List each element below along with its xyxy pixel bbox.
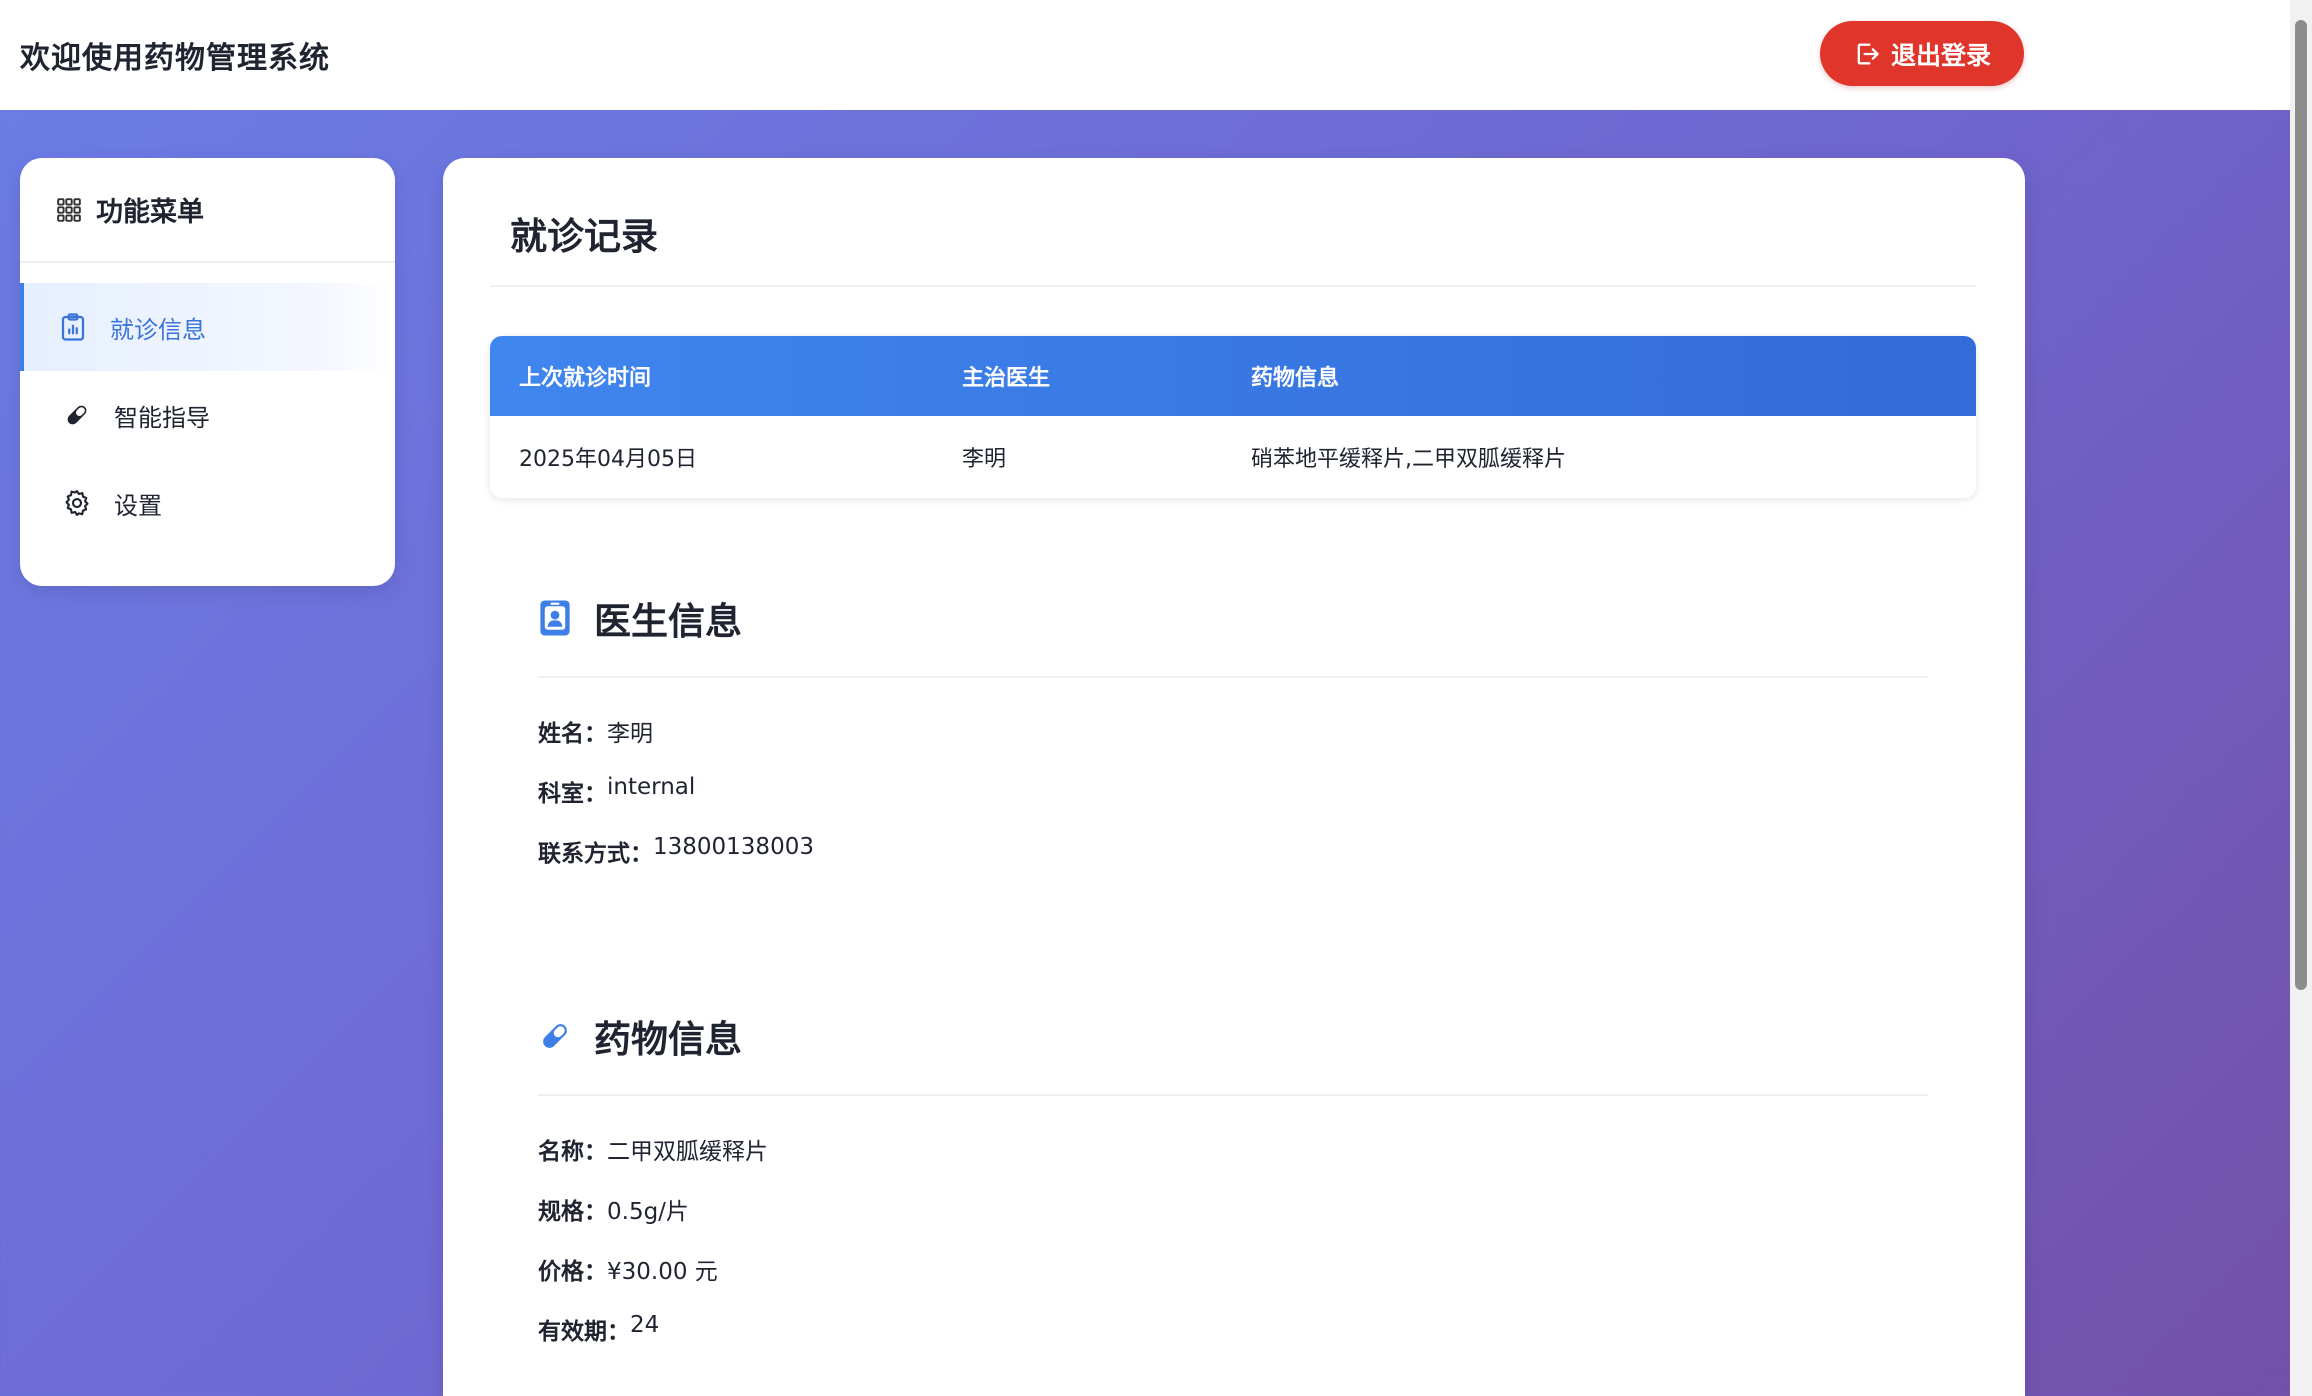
top-header: 欢迎使用药物管理系统 退出登录	[0, 0, 2290, 110]
field-label: 科室：	[538, 781, 607, 807]
section-header: 医生信息	[538, 588, 1928, 648]
drug-info-section: 药物信息 名称： 二甲双胍缓释片 规格： 0.5g/片 价格： ¥30.00 元…	[538, 1006, 1928, 1345]
drug-name-field: 名称： 二甲双胍缓释片	[538, 1132, 1928, 1165]
field-value: 李明	[607, 721, 653, 747]
divider	[490, 285, 1976, 287]
pill-icon	[67, 405, 87, 425]
page-scrollbar[interactable]	[2290, 0, 2312, 1396]
sidebar-item-visit-info[interactable]: 就诊信息	[20, 283, 395, 371]
drug-price-field: 价格： ¥30.00 元	[538, 1252, 1928, 1285]
field-value: internal	[607, 774, 696, 800]
grid-icon	[57, 197, 81, 222]
doctor-contact-field: 联系方式： 13800138003	[538, 834, 1928, 867]
doctor-name-field: 姓名： 李明	[538, 714, 1928, 747]
field-value: 24	[630, 1312, 660, 1338]
field-label: 联系方式：	[538, 841, 653, 867]
clipboard-chart-icon	[61, 313, 85, 341]
sidebar-header: 功能菜单	[20, 158, 395, 263]
table-header-row: 上次就诊时间 主治医生 药物信息	[490, 336, 1976, 416]
sidebar-item-label: 智能指导	[114, 403, 210, 432]
sidebar-menu: 功能菜单 就诊信息 智能指导 设置	[20, 158, 395, 586]
page-title: 就诊记录	[510, 215, 658, 258]
doctor-department-field: 科室： internal	[538, 774, 1928, 807]
doctor-info-section: 医生信息 姓名： 李明 科室： internal 联系方式： 138001380…	[538, 588, 1928, 867]
field-value: 0.5g/片	[607, 1199, 689, 1225]
field-label: 名称：	[538, 1139, 607, 1165]
logout-icon	[1857, 43, 1879, 64]
main-content-card: 就诊记录 上次就诊时间 主治医生 药物信息 2025年04月05日 李明 硝苯地…	[443, 158, 2025, 1396]
app-title: 欢迎使用药物管理系统	[20, 41, 330, 76]
field-value: ¥30.00 元	[607, 1259, 718, 1285]
sidebar-item-label: 设置	[114, 491, 162, 520]
section-title: 医生信息	[594, 600, 742, 643]
doctor-badge-icon	[540, 600, 570, 636]
section-header: 药物信息	[538, 1006, 1928, 1066]
field-label: 价格：	[538, 1259, 607, 1285]
sidebar-menu-list: 就诊信息 智能指导 设置	[20, 263, 395, 547]
logout-button[interactable]: 退出登录	[1820, 21, 2024, 86]
table-cell-drugs: 硝苯地平缓释片,二甲双胍缓释片	[1251, 447, 1566, 472]
column-header-drugs: 药物信息	[1251, 366, 1340, 391]
sidebar-item-smart-guide[interactable]: 智能指导	[20, 371, 395, 459]
table-cell-doctor: 李明	[962, 447, 1007, 472]
column-header-doctor: 主治医生	[962, 366, 1051, 391]
section-title: 药物信息	[594, 1018, 742, 1061]
logout-label: 退出登录	[1890, 40, 1991, 70]
column-header-last-visit: 上次就诊时间	[519, 366, 652, 391]
divider	[538, 676, 1928, 678]
sidebar-item-settings[interactable]: 设置	[20, 459, 395, 547]
field-value: 13800138003	[653, 834, 814, 860]
table-cell-visit-date: 2025年04月05日	[519, 447, 697, 472]
field-label: 规格：	[538, 1199, 607, 1225]
sidebar-item-label: 就诊信息	[110, 315, 206, 344]
table-row[interactable]: 2025年04月05日 李明 硝苯地平缓释片,二甲双胍缓释片	[490, 416, 1976, 498]
visit-records-table: 上次就诊时间 主治医生 药物信息 2025年04月05日 李明 硝苯地平缓释片,…	[490, 336, 1976, 498]
doctor-fields: 姓名： 李明 科室： internal 联系方式： 13800138003	[538, 714, 1928, 867]
scroll-thumb[interactable]	[2295, 20, 2307, 990]
gear-icon	[65, 490, 89, 516]
divider	[538, 1094, 1928, 1096]
field-label: 有效期：	[538, 1319, 630, 1345]
sidebar-title: 功能菜单	[96, 197, 204, 228]
drug-expiry-field: 有效期： 24	[538, 1312, 1928, 1345]
drug-fields: 名称： 二甲双胍缓释片 规格： 0.5g/片 价格： ¥30.00 元 有效期：…	[538, 1132, 1928, 1345]
field-value: 二甲双胍缓释片	[607, 1139, 768, 1165]
drug-spec-field: 规格： 0.5g/片	[538, 1192, 1928, 1225]
pill-icon	[543, 1024, 567, 1048]
field-label: 姓名：	[538, 721, 607, 747]
